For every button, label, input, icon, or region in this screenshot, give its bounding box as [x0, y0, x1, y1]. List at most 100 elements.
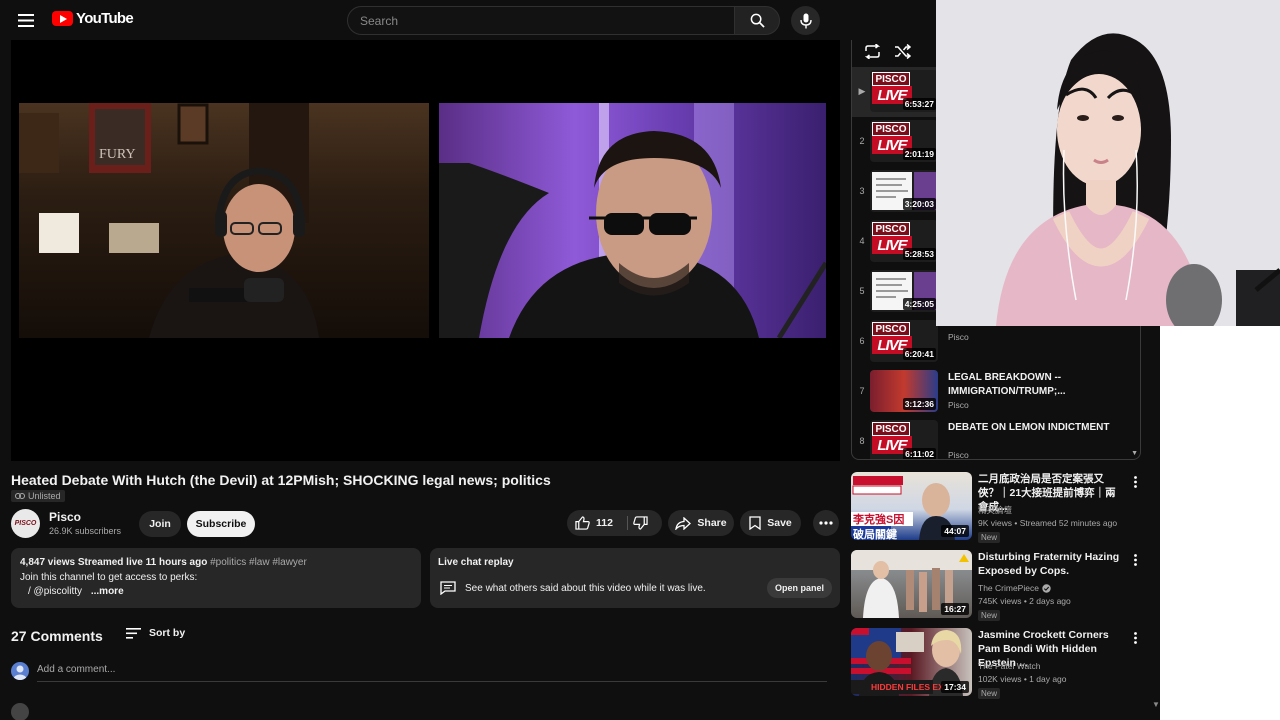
- playlist-thumbnail[interactable]: 3:12:36: [870, 370, 938, 412]
- sort-by-button[interactable]: Sort by: [126, 627, 185, 639]
- recommendation-menu-button[interactable]: [1130, 552, 1140, 568]
- playlist-item[interactable]: 8 PISCO LIVE 6:11:02 DEBATE ON LEMON INDICTM…: [852, 417, 1140, 459]
- playlist-thumbnail[interactable]: PISCO LIVE 6:53:27: [870, 70, 938, 112]
- video-duration: 44:07: [941, 525, 969, 537]
- recommendation-menu-button[interactable]: [1130, 474, 1140, 490]
- description-line-2[interactable]: / @piscolitty: [20, 586, 82, 597]
- like-divider: [627, 516, 628, 530]
- search-box[interactable]: [347, 6, 735, 35]
- save-icon: [749, 516, 761, 530]
- playlist-item-channel[interactable]: Pisco: [948, 332, 969, 342]
- add-comment-input[interactable]: Add a comment...: [37, 664, 827, 682]
- playlist-thumbnail[interactable]: PISCO LIVE 6:20:41: [870, 320, 938, 362]
- subscribe-button[interactable]: Subscribe: [187, 511, 255, 537]
- recommendation-thumbnail[interactable]: 16:27: [851, 550, 972, 618]
- recommendation-item[interactable]: 李克強S因 破局關鍵 44:07 二月底政治局是否定案張又俠？｜21大接班提前博…: [851, 472, 1141, 544]
- channel-name[interactable]: Pisco: [49, 510, 81, 524]
- recommendation-channel[interactable]: 精英論壇: [978, 504, 1012, 516]
- like-count: 112: [596, 517, 613, 529]
- channel-name: 精英論壇: [978, 505, 1013, 515]
- video-duration: 6:53:27: [902, 98, 936, 110]
- subscriber-count: 26.9K subscribers: [49, 526, 122, 536]
- chat-replay-row: See what others said about this video wh…: [440, 581, 706, 595]
- recommendation-menu-button[interactable]: [1130, 630, 1140, 646]
- playlist-index: 7: [859, 386, 865, 396]
- search-input[interactable]: [360, 13, 734, 28]
- show-more-link[interactable]: ...more: [91, 586, 124, 597]
- kebab-menu-icon: [1133, 476, 1137, 488]
- chat-icon: [440, 581, 456, 595]
- playlist-index: 3: [859, 186, 865, 196]
- new-badge: New: [978, 688, 1001, 699]
- voice-search-button[interactable]: [791, 6, 820, 35]
- video-player[interactable]: FURY: [11, 40, 840, 461]
- thumbs-down-icon: [633, 516, 648, 530]
- loop-icon[interactable]: [864, 44, 881, 59]
- hashtags[interactable]: #politics #law #lawyer: [210, 557, 307, 568]
- dislike-button[interactable]: [633, 516, 648, 533]
- recommendation-item[interactable]: 16:27 Disturbing Fraternity Hazing Expos…: [851, 550, 1141, 622]
- join-button[interactable]: Join: [139, 511, 181, 537]
- playlist-item-title[interactable]: LEGAL BREAKDOWN -- IMMIGRATION/TRUMP;...: [948, 371, 1128, 399]
- share-icon: [675, 516, 692, 530]
- video-duration: 16:27: [941, 603, 969, 615]
- more-icon: [819, 521, 833, 525]
- video-duration: 2:01:19: [902, 148, 936, 160]
- description-meta-row: 4,847 views Streamed live 11 hours ago #…: [20, 556, 412, 571]
- comment-author-avatar[interactable]: [11, 703, 29, 720]
- user-avatar: [11, 662, 29, 680]
- page-scroll-arrow[interactable]: ▼: [1152, 700, 1160, 709]
- like-dislike-group: 112: [567, 510, 662, 536]
- video-duration: 5:28:53: [902, 248, 936, 260]
- playlist-thumbnail[interactable]: 4:25:05: [870, 270, 938, 312]
- playlist-item-channel[interactable]: Pisco: [948, 450, 969, 459]
- recommendation-title[interactable]: Disturbing Fraternity Hazing Exposed by …: [978, 550, 1123, 578]
- page-right-margin: [1160, 326, 1280, 720]
- playlist-item-channel[interactable]: Pisco: [948, 400, 969, 410]
- new-badge: New: [978, 532, 1001, 543]
- video-duration: 6:11:02: [903, 448, 936, 459]
- search-button[interactable]: [734, 6, 780, 35]
- save-button[interactable]: Save: [740, 510, 801, 536]
- playlist-index: 8: [859, 436, 865, 446]
- playlist-thumbnail[interactable]: PISCO LIVE 6:11:02: [870, 420, 938, 459]
- channel-name: The CrimePiece: [978, 583, 1039, 593]
- kebab-menu-icon: [1133, 554, 1137, 566]
- share-button[interactable]: Share: [668, 510, 734, 536]
- description-line-1: Join this channel to get access to perks…: [20, 571, 198, 583]
- playlist-item[interactable]: 7 3:12:36 LEGAL BREAKDOWN -- IMMIGRATION/T…: [852, 367, 1140, 417]
- svg-text:FURY: FURY: [99, 147, 136, 162]
- channel-avatar[interactable]: PISCO: [11, 509, 40, 538]
- playlist-thumbnail[interactable]: PISCO LIVE 5:28:53: [870, 220, 938, 262]
- description-line-2-row: / @piscolitty ...more: [20, 585, 412, 600]
- unlisted-label: Unlisted: [28, 491, 61, 501]
- playlist-scroll-arrow[interactable]: ▼: [1131, 450, 1138, 457]
- video-duration: 3:12:36: [902, 398, 936, 410]
- playlist-thumbnail[interactable]: 3:20:03: [870, 170, 938, 212]
- playlist-index: 6: [859, 336, 865, 346]
- more-actions-button[interactable]: [813, 510, 839, 536]
- recommendation-channel[interactable]: The CrimePiece: [978, 583, 1051, 593]
- recommendation-thumbnail[interactable]: 李克強S因 破局關鍵 44:07: [851, 472, 972, 540]
- description-box[interactable]: 4,847 views Streamed live 11 hours ago #…: [11, 548, 421, 608]
- menu-button[interactable]: [12, 8, 40, 32]
- recommendation-channel[interactable]: The Patel Watch: [978, 661, 1041, 671]
- open-panel-button[interactable]: Open panel: [766, 578, 832, 598]
- webcam-overlay: [936, 0, 1280, 326]
- playlist-item-title[interactable]: DEBATE ON LEMON INDICTMENT: [948, 421, 1128, 435]
- menu-icon: [18, 13, 34, 27]
- shuffle-icon[interactable]: [894, 44, 911, 59]
- video-duration: 17:34: [941, 681, 969, 693]
- playlist-thumbnail[interactable]: PISCO LIVE 2:01:19: [870, 120, 938, 162]
- play-logo-icon: [52, 11, 73, 26]
- video-duration: 4:25:05: [902, 298, 936, 310]
- recommendation-thumbnail[interactable]: HIDDEN FILES EX 17:34: [851, 628, 972, 696]
- recommendation-stats: 745K views • 2 days ago: [978, 596, 1071, 606]
- thumb-text-sub: 破局關鍵: [853, 529, 897, 540]
- recommendation-item[interactable]: HIDDEN FILES EX 17:34 Jasmine Crockett C…: [851, 628, 1141, 700]
- now-playing-icon: ▶: [858, 86, 866, 96]
- thumb-text-main: HIDDEN FILES EX: [871, 682, 944, 692]
- like-button[interactable]: 112: [575, 516, 613, 530]
- youtube-logo[interactable]: YouTube: [52, 10, 134, 27]
- logo-text: YouTube: [76, 10, 134, 27]
